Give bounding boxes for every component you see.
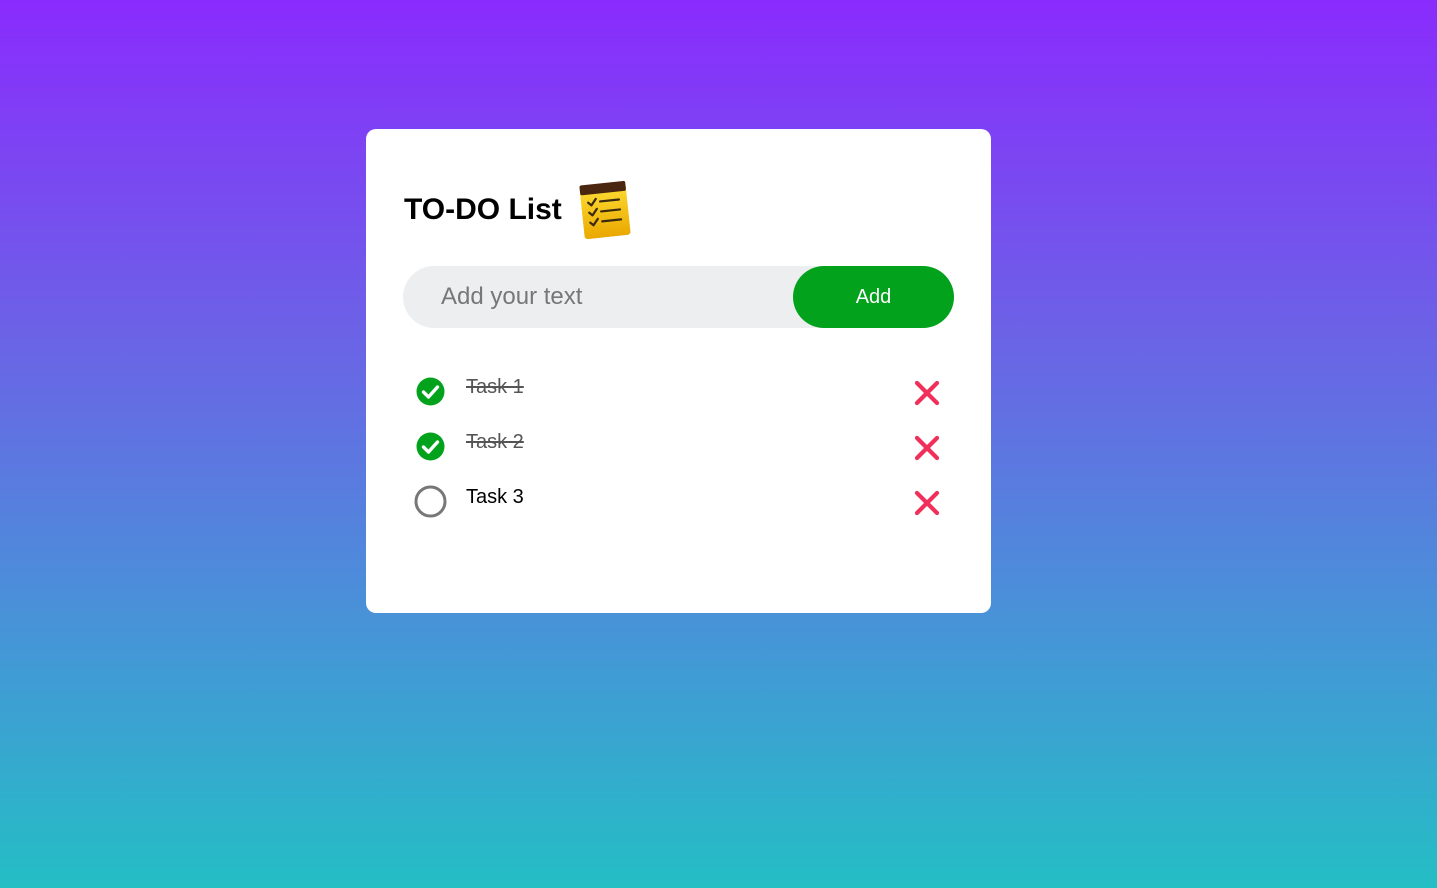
list-item[interactable]: Task 3	[414, 475, 944, 530]
todo-card: TO-DO List Add your text Add Task 1 Task…	[366, 129, 991, 613]
checked-circle-icon[interactable]	[414, 375, 447, 408]
add-task-row: Add	[403, 266, 954, 328]
close-icon[interactable]	[912, 378, 942, 408]
task-label: Task 1	[466, 376, 524, 398]
close-icon[interactable]	[912, 488, 942, 518]
page-title: TO-DO List	[404, 193, 562, 226]
add-button[interactable]: Add	[793, 266, 954, 328]
checked-circle-icon[interactable]	[414, 430, 447, 463]
task-label: Task 3	[466, 486, 524, 508]
list-item[interactable]: Task 2	[414, 420, 944, 475]
list-item[interactable]: Task 1	[414, 365, 944, 420]
task-input[interactable]	[403, 266, 792, 328]
task-label: Task 2	[466, 431, 524, 453]
header: TO-DO List	[404, 179, 634, 241]
task-list: Task 1 Task 2 Task 3	[414, 365, 944, 530]
close-icon[interactable]	[912, 433, 942, 463]
notepad-checklist-icon	[576, 179, 634, 241]
unchecked-circle-icon[interactable]	[414, 485, 447, 518]
